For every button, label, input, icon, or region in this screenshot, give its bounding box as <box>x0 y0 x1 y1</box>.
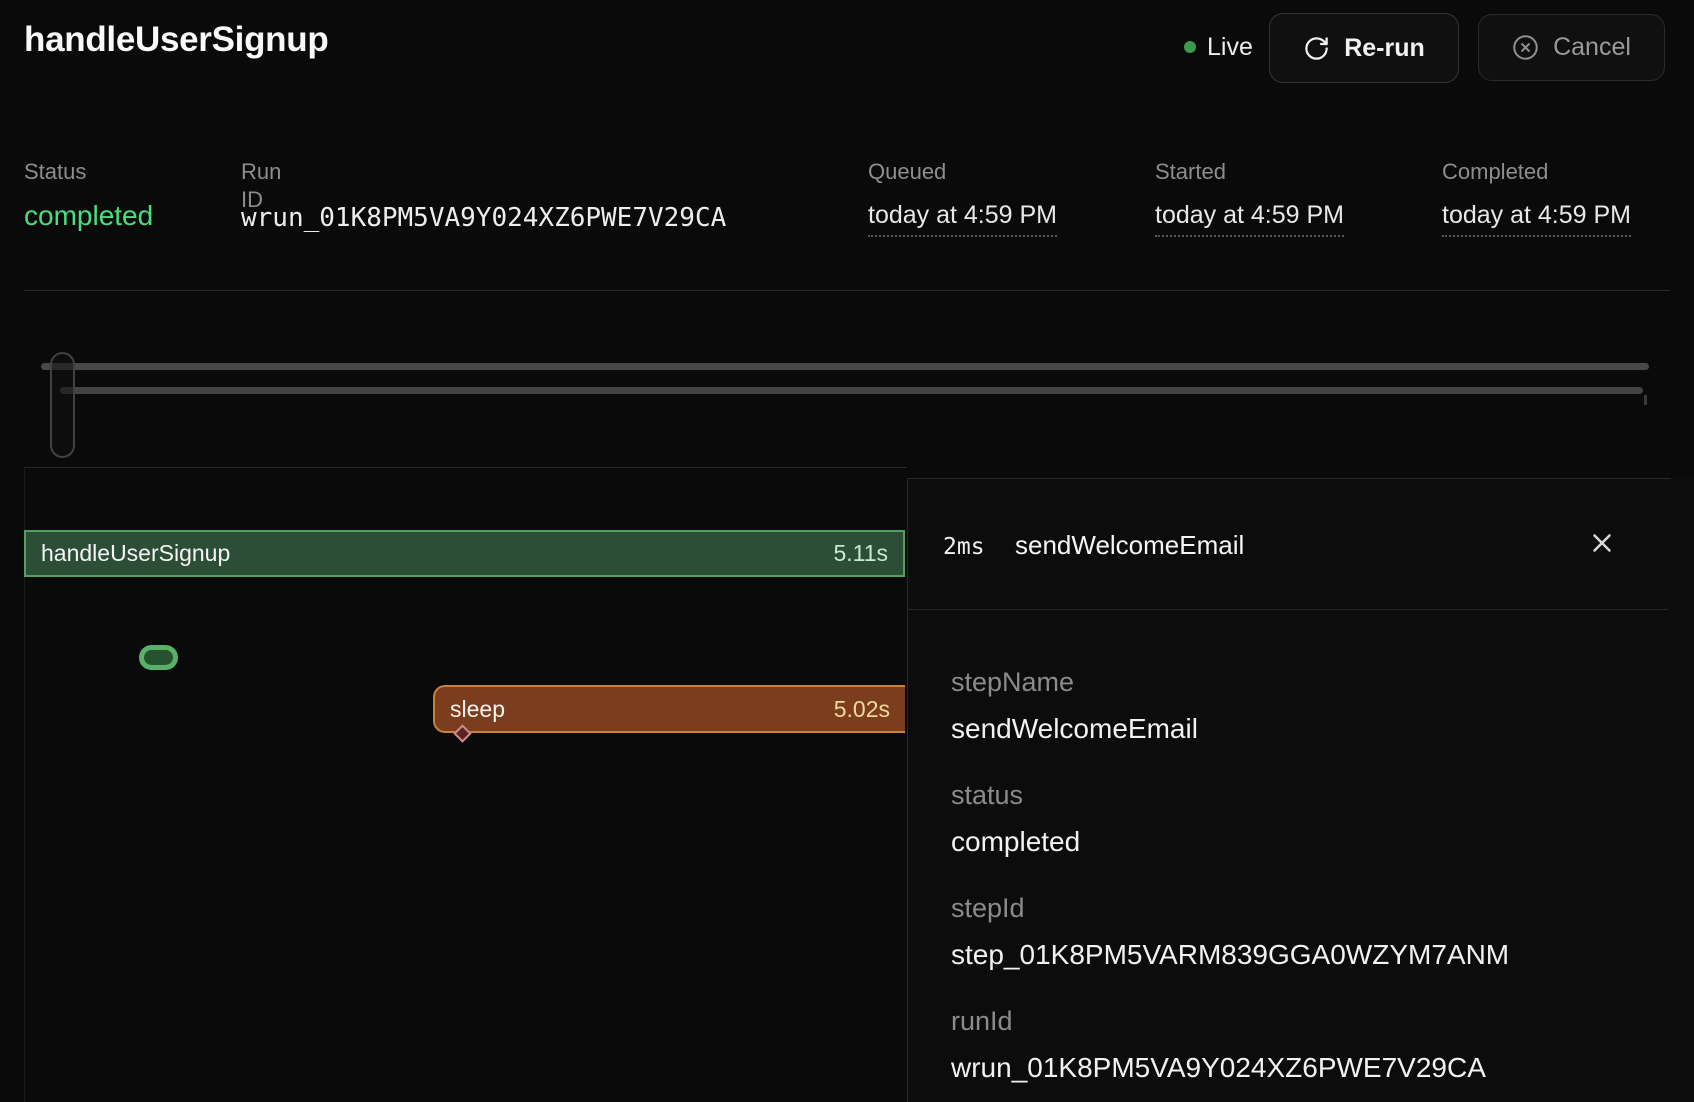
queued-value[interactable]: today at 4:59 PM <box>868 200 1057 237</box>
panel-step-duration: 2ms <box>943 532 985 562</box>
field-runid-label: runId <box>951 1005 1509 1037</box>
field-stepid-value: step_01K8PM5VARM839GGA0WZYM7ANM <box>951 938 1509 972</box>
rerun-button-label: Re-run <box>1344 34 1425 63</box>
gantt-bar-sleep[interactable]: sleep 5.02s <box>433 685 905 733</box>
close-panel-button[interactable] <box>1583 524 1621 562</box>
step-details-panel: 2ms sendWelcomeEmail stepName sendWelcom… <box>907 478 1694 1102</box>
gantt-bar-sleep-name: sleep <box>450 696 505 723</box>
completed-label: Completed <box>1442 158 1548 186</box>
rotate-cw-icon <box>1303 35 1330 62</box>
workflow-run-page: handleUserSignup Live Re-run Cancel Stat… <box>0 0 1694 1102</box>
panel-header-divider <box>908 609 1668 610</box>
status-label: Status <box>24 158 86 186</box>
cancel-button-label: Cancel <box>1553 33 1631 62</box>
gantt-bar-sleep-duration: 5.02s <box>834 696 890 723</box>
field-status-value: completed <box>951 825 1509 859</box>
field-stepname-label: stepName <box>951 666 1509 698</box>
gantt-top-divider <box>24 467 907 468</box>
panel-top-border <box>908 478 1671 479</box>
live-indicator: Live <box>1184 30 1253 64</box>
run-id-value: wrun_01K8PM5VA9Y024XZ6PWE7V29CA <box>241 203 726 233</box>
gantt-step-pill-selected[interactable] <box>139 645 178 670</box>
rerun-button[interactable]: Re-run <box>1269 13 1459 83</box>
minimap-bar-sleep <box>60 387 1643 394</box>
field-stepname-value: sendWelcomeEmail <box>951 712 1509 746</box>
started-value[interactable]: today at 4:59 PM <box>1155 200 1344 237</box>
field-status-label: status <box>951 779 1509 811</box>
gantt-bar-workflow[interactable]: handleUserSignup 5.11s <box>24 530 905 577</box>
queued-label: Queued <box>868 158 946 186</box>
header-divider <box>24 290 1670 291</box>
field-stepid-label: stepId <box>951 892 1509 924</box>
minimap-tick <box>1644 395 1647 405</box>
minimap-scrubber-handle[interactable] <box>50 352 75 458</box>
cancel-button[interactable]: Cancel <box>1478 14 1665 81</box>
started-label: Started <box>1155 158 1226 186</box>
close-icon <box>1587 528 1617 558</box>
gantt-bar-workflow-name: handleUserSignup <box>41 540 230 567</box>
completed-value[interactable]: today at 4:59 PM <box>1442 200 1631 237</box>
panel-step-title: sendWelcomeEmail <box>1015 528 1244 562</box>
gantt-bar-workflow-duration: 5.11s <box>833 540 888 567</box>
circle-x-icon <box>1512 34 1539 61</box>
live-label: Live <box>1207 33 1253 62</box>
field-runid-value: wrun_01K8PM5VA9Y024XZ6PWE7V29CA <box>951 1051 1509 1085</box>
page-title: handleUserSignup <box>24 20 328 60</box>
minimap-bar-workflow <box>41 363 1649 370</box>
live-dot-icon <box>1184 41 1196 53</box>
panel-fields: stepName sendWelcomeEmail status complet… <box>951 666 1509 1102</box>
status-value: completed <box>24 200 153 232</box>
